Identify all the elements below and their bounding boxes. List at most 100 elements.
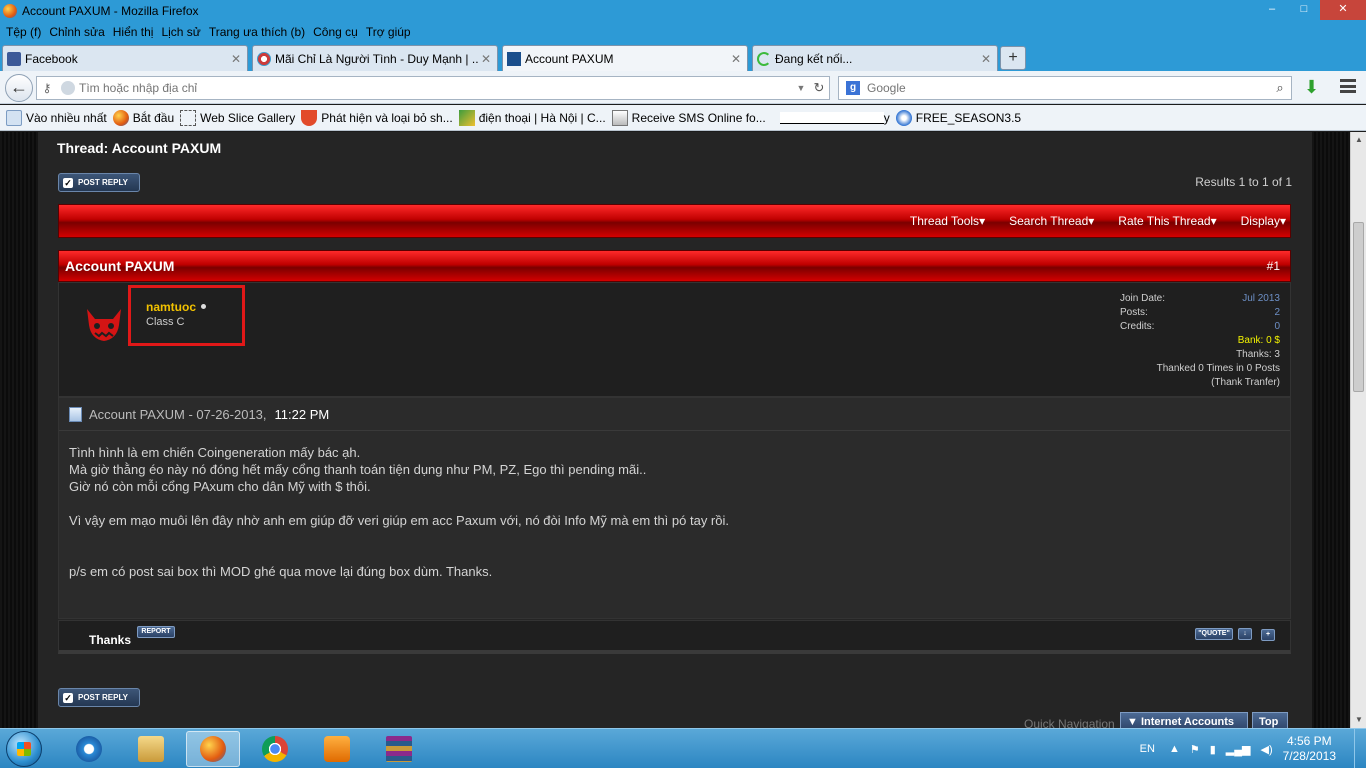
thanks-button[interactable]: Thanks xyxy=(89,633,131,647)
bookmark-label: FREE_SEASON3.5 xyxy=(915,110,1022,125)
thread-tools-menu[interactable]: Thread Tools▾ xyxy=(898,214,985,228)
web-page: Thread: Account PAXUM ✓ POST REPLY Resul… xyxy=(0,132,1350,728)
bookmark-receive-sms[interactable]: Receive SMS Online fo... xyxy=(611,109,766,126)
devil-avatar-icon[interactable] xyxy=(83,307,125,343)
battery-icon[interactable]: ▮ xyxy=(1210,743,1216,756)
thanks-count: Thanks: 3 xyxy=(1236,349,1280,360)
menu-file[interactable]: Tệp (f) xyxy=(6,25,41,39)
user-highlight-box: namtuoc Class C xyxy=(128,285,245,346)
clock[interactable]: 4:56 PM 7/28/2013 xyxy=(1283,734,1336,764)
multiquote-button[interactable]: + xyxy=(1261,629,1275,641)
bookmark-malware-removal[interactable]: Phát hiện và loại bỏ sh... xyxy=(301,109,453,126)
quick-navigation-label: Quick Navigation xyxy=(1024,717,1115,728)
start-button[interactable] xyxy=(6,731,42,767)
online-status-icon xyxy=(201,304,206,309)
menu-tools[interactable]: Công cụ xyxy=(313,25,358,39)
google-engine-icon[interactable]: g xyxy=(839,77,867,99)
taskbar-chrome[interactable] xyxy=(248,731,302,767)
firefox-menu-icon[interactable] xyxy=(1340,79,1356,93)
menu-bookmarks[interactable]: Trang ưa thích (b) xyxy=(209,25,305,39)
tab-facebook[interactable]: Facebook ✕ xyxy=(2,45,248,71)
network-signal-icon[interactable]: ▂▄▆ xyxy=(1226,743,1251,756)
menu-view[interactable]: Hiển thị xyxy=(113,25,154,39)
bookmark-free-season[interactable]: FREE_SEASON3.5 xyxy=(895,109,1022,126)
post-body: Account PAXUM - 07-26-2013, 11:22 PM Tìn… xyxy=(58,397,1291,619)
taskbar-internet-explorer[interactable] xyxy=(62,731,116,767)
bookmark-label: Receive SMS Online fo... xyxy=(631,110,766,125)
new-tab-button[interactable]: + xyxy=(1000,46,1026,70)
scroll-up-arrow-icon[interactable]: ▲ xyxy=(1351,132,1366,148)
url-dropdown-icon[interactable]: ▼ xyxy=(793,83,809,93)
rate-thread-menu[interactable]: Rate This Thread▾ xyxy=(1106,214,1216,228)
bookmark-web-slice[interactable]: Web Slice Gallery xyxy=(180,109,295,126)
join-date-label: Join Date: xyxy=(1120,293,1166,304)
shield-icon xyxy=(301,109,318,126)
search-thread-menu[interactable]: Search Thread▾ xyxy=(997,214,1094,228)
taskbar-media-player[interactable] xyxy=(310,731,364,767)
search-input[interactable] xyxy=(867,81,1269,95)
bookmark-getting-started[interactable]: Bắt đầu xyxy=(112,109,174,126)
taskbar-file-explorer[interactable] xyxy=(124,731,178,767)
post-reply-button-top[interactable]: ✓ POST REPLY xyxy=(58,173,140,192)
menu-history[interactable]: Lịch sử xyxy=(161,25,200,39)
credits-value: 0 xyxy=(1274,321,1280,332)
tab-close-icon[interactable]: ✕ xyxy=(729,52,743,66)
search-bar[interactable]: g ⌕ xyxy=(838,76,1292,100)
tab-account-paxum[interactable]: Account PAXUM ✕ xyxy=(502,45,748,71)
post-number-link[interactable]: #1 xyxy=(1267,259,1280,273)
taskbar-firefox[interactable] xyxy=(186,731,240,767)
taskbar-winrar[interactable] xyxy=(372,731,426,767)
tab-close-icon[interactable]: ✕ xyxy=(229,52,243,66)
scroll-down-arrow-icon[interactable]: ▼ xyxy=(1351,712,1366,728)
clock-time: 4:56 PM xyxy=(1286,734,1332,748)
reload-icon[interactable]: ↻ xyxy=(809,80,829,96)
thank-transfer-link[interactable]: (Thank Tranfer) xyxy=(1120,377,1280,391)
search-icon[interactable]: ⌕ xyxy=(1269,80,1291,96)
bookmark-most-visited[interactable]: Vào nhiều nhất xyxy=(6,109,107,126)
menu-label: Thread Tools xyxy=(909,214,980,228)
action-center-flag-icon[interactable]: ⚑ xyxy=(1190,743,1200,756)
bookmark-redacted[interactable]: y xyxy=(772,111,890,125)
maximize-button[interactable]: □ xyxy=(1288,0,1320,20)
page-scrollbar[interactable]: ▲ ▼ xyxy=(1350,132,1366,728)
quote-button[interactable]: "QUOTE" xyxy=(1195,628,1233,640)
download-icon[interactable]: ⬇ xyxy=(1304,77,1319,98)
display-menu[interactable]: Display▾ xyxy=(1229,214,1286,228)
menu-edit[interactable]: Chỉnh sửa xyxy=(49,25,104,39)
scroll-thumb[interactable] xyxy=(1353,222,1364,392)
thread-toolbar: Thread Tools▾ Search Thread▾ Rate This T… xyxy=(58,204,1291,238)
post-title: Account PAXUM xyxy=(65,258,175,274)
language-indicator[interactable]: EN xyxy=(1140,743,1155,755)
forum-icon xyxy=(507,51,521,66)
close-window-button[interactable]: ✕ xyxy=(1320,0,1366,20)
minimize-button[interactable]: – xyxy=(1256,0,1288,20)
tab-loading[interactable]: Đang kết nối... ✕ xyxy=(752,45,998,71)
top-button[interactable]: Top xyxy=(1252,712,1288,728)
window-titlebar: Account PAXUM - Mozilla Firefox – □ ✕ xyxy=(0,0,1366,22)
tab-music[interactable]: Mãi Chỉ Là Người Tình - Duy Mạnh | ... ✕ xyxy=(252,45,498,71)
bookmark-dien-thoai[interactable]: điện thoại | Hà Nội | C... xyxy=(458,109,606,126)
username-link[interactable]: namtuoc xyxy=(146,300,196,314)
menu-help[interactable]: Trợ giúp xyxy=(366,25,411,39)
loading-icon xyxy=(757,51,771,66)
bookmark-label: y xyxy=(883,110,890,125)
user-info-panel: namtuoc Class C Join Date: Jul 2013 Posts… xyxy=(58,282,1291,397)
show-hidden-icons-arrow-icon[interactable]: ▲ xyxy=(1169,743,1180,755)
identity-key-icon[interactable]: ⚷ xyxy=(37,81,57,95)
volume-icon[interactable]: ◀) xyxy=(1260,743,1272,756)
tab-close-icon[interactable]: ✕ xyxy=(479,52,493,66)
url-input[interactable] xyxy=(79,81,793,95)
back-button[interactable]: ← xyxy=(5,74,33,102)
show-desktop-button[interactable] xyxy=(1354,729,1366,768)
url-bar[interactable]: ⚷ ▼ ↻ xyxy=(36,76,830,100)
tab-close-icon[interactable]: ✕ xyxy=(979,52,993,66)
report-button[interactable]: REPORT xyxy=(137,626,175,638)
forum-jump-dropdown[interactable]: ▼ Internet Accounts xyxy=(1120,712,1248,728)
menu-label: Display xyxy=(1240,214,1280,228)
winrar-icon xyxy=(386,736,412,762)
checkmark-icon: ✓ xyxy=(63,177,73,188)
post-reply-button-bottom[interactable]: ✓ POST REPLY xyxy=(58,688,140,707)
thread-title: Thread: Account PAXUM xyxy=(57,140,222,156)
menu-label: Rate This Thread xyxy=(1118,214,1211,228)
quick-reply-button[interactable]: ↓ xyxy=(1238,628,1252,640)
